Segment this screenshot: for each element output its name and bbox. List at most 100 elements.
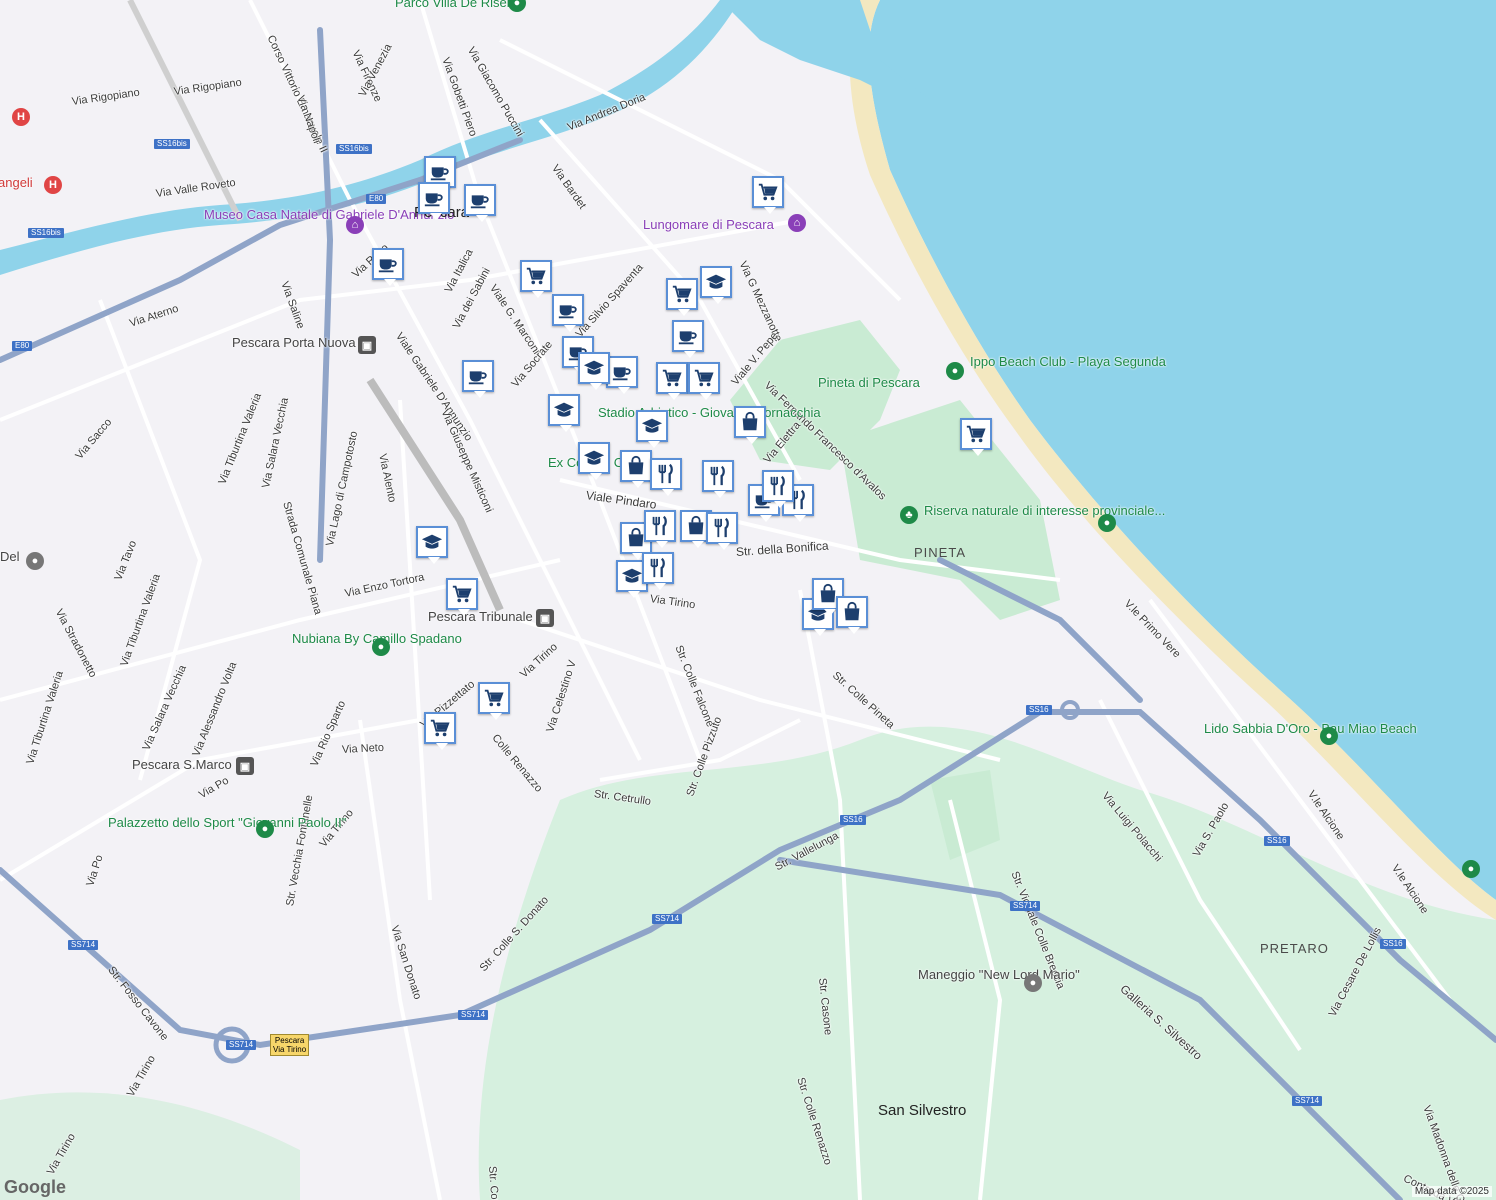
road-shield: SS16 xyxy=(1026,705,1052,715)
map-marker[interactable] xyxy=(666,278,698,316)
map-marker[interactable] xyxy=(650,458,682,496)
map-marker[interactable] xyxy=(702,460,734,498)
poi-label-station[interactable]: Pescara Porta Nuova xyxy=(232,336,356,350)
restaurant-icon xyxy=(770,475,785,496)
map-marker[interactable] xyxy=(672,320,704,358)
map-attribution[interactable]: Map data ©2025 xyxy=(1411,1186,1492,1197)
cart-icon xyxy=(526,267,546,285)
poi-label-pineta[interactable]: Pineta di Pescara xyxy=(818,376,920,390)
map-marker[interactable] xyxy=(424,712,456,750)
restaurant-icon xyxy=(650,557,665,578)
train-icon[interactable]: ▣ xyxy=(536,609,554,627)
town-label: San Silvestro xyxy=(878,1102,967,1119)
road-shield: E80 xyxy=(366,194,387,204)
map-marker[interactable] xyxy=(752,176,784,214)
map-marker[interactable] xyxy=(446,578,478,616)
map-marker[interactable] xyxy=(960,418,992,456)
area-label: PRETARO xyxy=(1260,941,1329,956)
road-shield: SS16bis xyxy=(336,144,372,154)
map-marker[interactable] xyxy=(416,526,448,564)
map-marker[interactable] xyxy=(700,266,732,304)
map-marker[interactable] xyxy=(520,260,552,298)
map-marker[interactable] xyxy=(706,512,738,550)
coffee-icon xyxy=(678,331,697,345)
pin-icon[interactable]: ● xyxy=(256,820,274,838)
coffee-icon xyxy=(558,305,577,319)
map-marker[interactable] xyxy=(478,682,510,720)
pin-icon[interactable]: ● xyxy=(1320,727,1338,745)
road-shield: E80 xyxy=(12,341,33,351)
hospital-icon[interactable]: H xyxy=(44,176,62,194)
map-marker[interactable] xyxy=(578,352,610,390)
pin-icon[interactable]: ● xyxy=(1098,514,1116,532)
pin-icon[interactable]: ● xyxy=(372,638,390,656)
cart-icon xyxy=(662,369,682,387)
poi-label-palazzetto[interactable]: Palazzetto dello Sport "Giovanni Paolo I… xyxy=(108,816,346,830)
cart-icon xyxy=(966,425,986,443)
hospital-icon[interactable]: H xyxy=(12,108,30,126)
museum-icon[interactable]: ⌂ xyxy=(346,216,364,234)
pin-icon[interactable]: ● xyxy=(1024,974,1042,992)
map-marker[interactable] xyxy=(642,552,674,590)
pin-icon[interactable]: ● xyxy=(946,362,964,380)
map-marker[interactable] xyxy=(620,450,652,488)
bag-icon xyxy=(628,455,644,475)
poi-label-hospital[interactable]: angeli xyxy=(0,176,33,190)
pin-icon[interactable]: ● xyxy=(1462,860,1480,878)
tree-icon[interactable]: ♣ xyxy=(900,506,918,524)
area-label: PINETA xyxy=(914,545,966,560)
school-icon xyxy=(583,360,605,375)
poi-label-lido[interactable]: Lido Sabbia D'Oro - Bau Miao Beach xyxy=(1204,722,1417,736)
map-marker[interactable] xyxy=(656,362,688,400)
school-icon xyxy=(621,568,643,583)
poi-label-maneggio[interactable]: Maneggio "New Lord Mario" xyxy=(918,968,1080,982)
road-shield: SS714 xyxy=(226,1040,257,1050)
map-marker[interactable] xyxy=(462,360,494,398)
road-shield: SS16bis xyxy=(28,228,64,238)
school-icon xyxy=(641,418,663,433)
street-label: Via Neto xyxy=(341,741,385,756)
road-shield: SS16 xyxy=(1264,836,1290,846)
restaurant-icon xyxy=(652,515,667,536)
map-marker[interactable] xyxy=(688,362,720,400)
map-marker[interactable] xyxy=(836,596,868,634)
map-canvas[interactable]: Corso Vittorio Emanuele II Via Firenze V… xyxy=(0,0,1496,1200)
map-marker[interactable] xyxy=(548,394,580,432)
cart-icon xyxy=(430,719,450,737)
coffee-icon xyxy=(430,167,449,181)
road-shield: SS16 xyxy=(840,815,866,825)
poi-label-smarco[interactable]: Pescara S.Marco xyxy=(132,758,232,772)
poi-label-nubiana[interactable]: Nubiana By Camillo Spadano xyxy=(292,632,462,646)
road-shield: SS714 xyxy=(652,914,683,924)
poi-label-lungomare[interactable]: Lungomare di Pescara xyxy=(643,218,774,232)
cart-icon xyxy=(694,369,714,387)
poi-label-croce[interactable]: Della Croce xyxy=(0,550,20,564)
poi-label-park[interactable]: Parco Villa De Riseis xyxy=(395,0,516,10)
coffee-icon xyxy=(378,259,397,273)
train-icon[interactable]: ▣ xyxy=(236,757,254,775)
train-icon[interactable]: ▣ xyxy=(358,336,376,354)
bag-icon xyxy=(844,601,860,621)
map-marker[interactable] xyxy=(418,182,450,220)
map-marker[interactable] xyxy=(552,294,584,332)
map-marker[interactable] xyxy=(762,470,794,508)
map-marker[interactable] xyxy=(734,406,766,444)
poi-label-beach-club[interactable]: Ippo Beach Club - Playa Segunda xyxy=(970,355,1166,369)
poi-label-tribunale[interactable]: Pescara Tribunale xyxy=(428,610,533,624)
school-icon xyxy=(421,534,443,549)
map-marker[interactable] xyxy=(578,442,610,480)
landmark-icon[interactable]: ⌂ xyxy=(788,214,806,232)
school-icon xyxy=(705,274,727,289)
restaurant-icon xyxy=(710,465,725,486)
map-marker[interactable] xyxy=(372,248,404,286)
map-marker[interactable] xyxy=(636,410,668,448)
map-marker[interactable] xyxy=(606,356,638,394)
pin-icon[interactable]: ● xyxy=(26,552,44,570)
map-marker[interactable] xyxy=(644,510,676,548)
cart-icon xyxy=(672,285,692,303)
road-shield: SS714 xyxy=(458,1010,489,1020)
map-marker[interactable] xyxy=(464,184,496,222)
poi-label-riserva[interactable]: Riserva naturale di interesse provincial… xyxy=(924,504,1165,518)
exit-sign: Pescara Via Tirino xyxy=(270,1034,310,1056)
cart-icon xyxy=(452,585,472,603)
